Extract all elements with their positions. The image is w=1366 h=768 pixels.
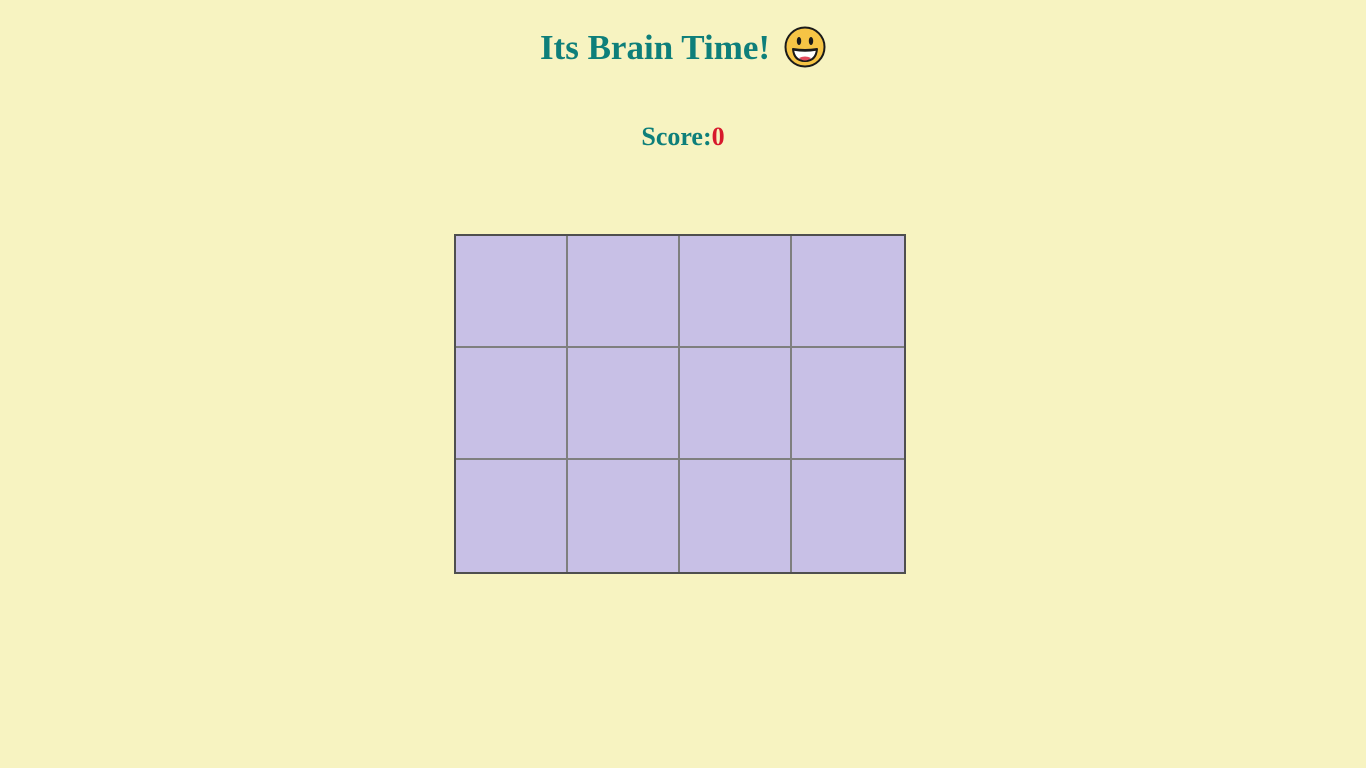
card-r2-c4[interactable] bbox=[792, 348, 904, 460]
card-r2-c3[interactable] bbox=[680, 348, 792, 460]
score-display: Score:0 bbox=[0, 120, 1366, 154]
page-title: Its Brain Time! bbox=[539, 28, 771, 67]
card-r2-c2[interactable] bbox=[568, 348, 680, 460]
game-board bbox=[454, 234, 906, 574]
card-r3-c1[interactable] bbox=[456, 460, 568, 572]
score-label: Score: bbox=[641, 122, 712, 151]
card-r3-c2[interactable] bbox=[568, 460, 680, 572]
card-r1-c4[interactable] bbox=[792, 236, 904, 348]
card-r1-c1[interactable] bbox=[456, 236, 568, 348]
card-r1-c3[interactable] bbox=[680, 236, 792, 348]
card-r2-c1[interactable] bbox=[456, 348, 568, 460]
card-r1-c2[interactable] bbox=[568, 236, 680, 348]
grinning-face-icon bbox=[784, 26, 826, 68]
card-r3-c4[interactable] bbox=[792, 460, 904, 572]
title-row: Its Brain Time! bbox=[0, 26, 1366, 70]
card-r3-c3[interactable] bbox=[680, 460, 792, 572]
score-value: 0 bbox=[711, 122, 725, 151]
